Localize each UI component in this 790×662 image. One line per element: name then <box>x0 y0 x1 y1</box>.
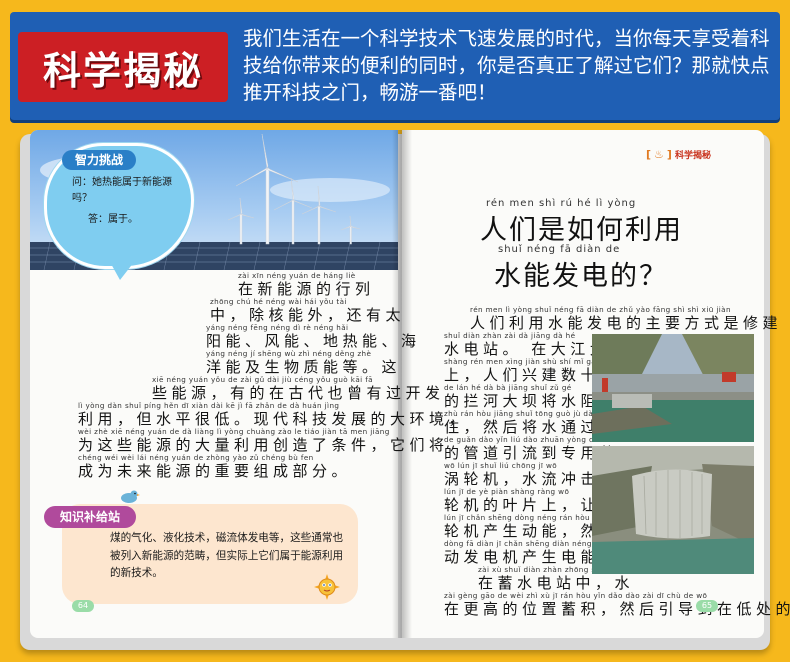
intro-line: 我们生活在一个科学技术飞速发展的时代，当你每天享受着科 <box>243 27 770 50</box>
pinyin: zhōng chú hé néng wài hái yǒu tài <box>210 297 347 306</box>
pinyin: yáng néng jí shēng wù zhì néng děng zhè <box>206 349 372 358</box>
article-title: 水能发电的？ <box>494 261 668 292</box>
hanzi: 中，除核能外，还有太 <box>210 306 406 324</box>
text-line: zhōng chú hé néng wài hái yǒu tài 中，除核能外… <box>210 297 406 325</box>
hydropower-dam-illustration <box>592 334 754 442</box>
bracket-icon: ] <box>666 148 672 161</box>
hanzi: 在新能源的行列 <box>238 280 375 298</box>
intro-line: 推开科技之门，畅游一番吧！ <box>243 81 497 104</box>
banner-title: 科学揭秘 <box>18 32 228 102</box>
pinyin: lì yòng dàn shuǐ píng hěn dī xiàn dài kē… <box>78 401 340 410</box>
text-line: yáng néng fēng néng dì rè néng hǎi 阳能、风能… <box>206 323 421 351</box>
pinyin: zài gèng gāo de wèi zhì xù jī rán hòu yǐ… <box>444 591 708 600</box>
challenge-question: 问：她热能属于新能源吗？ <box>72 177 172 204</box>
hanzi: 人们利用水能发电的主要方式是修建 <box>470 314 783 332</box>
text-line: rén men lì yòng shuǐ néng fā diàn de zhǔ… <box>470 305 783 333</box>
hanzi: 成为未来能源的重要组成部分。 <box>78 462 352 480</box>
knowledge-text: 煤的气化、液化技术，磁流体发电等，这些通常也被列入新能源的范畴，但实际上它们属于… <box>110 532 344 579</box>
mascot-icon: ♨ <box>654 148 664 161</box>
text-line: chéng wéi wèi lái néng yuán de zhòng yào… <box>78 453 352 481</box>
hanzi: 在蓄水电站中，水 <box>478 574 635 592</box>
section-label-text: 科学揭秘 <box>674 151 711 161</box>
bracket-icon: [ <box>646 148 652 161</box>
pinyin: yáng néng fēng néng dì rè néng hǎi <box>206 323 349 332</box>
hanzi: 在更高的位置蓄积，然后引导到在低处的涡 <box>444 600 790 618</box>
section-label: [ ♨ ] 科学揭秘 <box>646 148 711 161</box>
pinyin: chéng wéi wèi lái néng yuán de zhòng yào… <box>78 453 314 462</box>
text-line: zài gèng gāo de wèi zhì xù jī rán hòu yǐ… <box>444 591 790 619</box>
arch-dam-illustration <box>592 446 754 574</box>
banner-intro: 我们生活在一个科学技术飞速发展的时代，当你每天享受着科 技给你带来的便利的同时，… <box>243 25 771 106</box>
bubble-tail <box>110 262 134 280</box>
pinyin: wèi zhè xiē néng yuán de dà liàng lì yòn… <box>78 427 390 436</box>
dam-photo-top <box>592 334 754 442</box>
dam-photo-bottom <box>592 446 754 574</box>
page-number-right: 65 <box>696 600 718 612</box>
hanzi: 利用，但水平很低。现代科技发展的大环境， <box>78 410 469 428</box>
text-line: wèi zhè xiē néng yuán de dà liàng lì yòn… <box>78 427 449 455</box>
text-line: lì yòng dàn shuǐ píng hěn dī xiàn dài kē… <box>78 401 469 429</box>
text-line: zài xīn néng yuán de háng liè 在新能源的行列 <box>238 271 375 299</box>
challenge-answer: 答：属于。 <box>88 214 138 225</box>
article-title: 人们是如何利用 <box>480 215 683 246</box>
pinyin: zài xīn néng yuán de háng liè <box>238 271 356 280</box>
top-banner: 科学揭秘 我们生活在一个科学技术飞速发展的时代，当你每天享受着科 技给你带来的便… <box>10 12 780 120</box>
hanzi: 为这些能源的大量利用创造了条件，它们将 <box>78 436 449 454</box>
bird-icon <box>121 490 140 503</box>
pinyin: xiē néng yuán yǒu de zài gǔ dài jiù céng… <box>152 375 373 384</box>
intro-line: 技给你带来的便利的同时，你是否真正了解过它们？那就快点 <box>243 54 770 77</box>
sun-mascot-icon <box>314 574 340 600</box>
hanzi: 洋能及生物质能等。这 <box>206 358 402 376</box>
text-line: yáng néng jí shēng wù zhì néng děng zhè … <box>206 349 402 377</box>
pinyin: rén men lì yòng shuǐ néng fā diàn de zhǔ… <box>470 305 731 314</box>
hanzi: 些能源，有的在古代也曾有过开发 <box>152 384 445 402</box>
challenge-tag: 智力挑战 <box>62 150 136 170</box>
text-line: xiē néng yuán yǒu de zài gǔ dài jiù céng… <box>152 375 445 403</box>
hanzi: 阳能、风能、地热能、海 <box>206 332 421 350</box>
knowledge-tag: 知识补给站 <box>44 506 136 528</box>
page-number-left: 64 <box>72 600 94 612</box>
